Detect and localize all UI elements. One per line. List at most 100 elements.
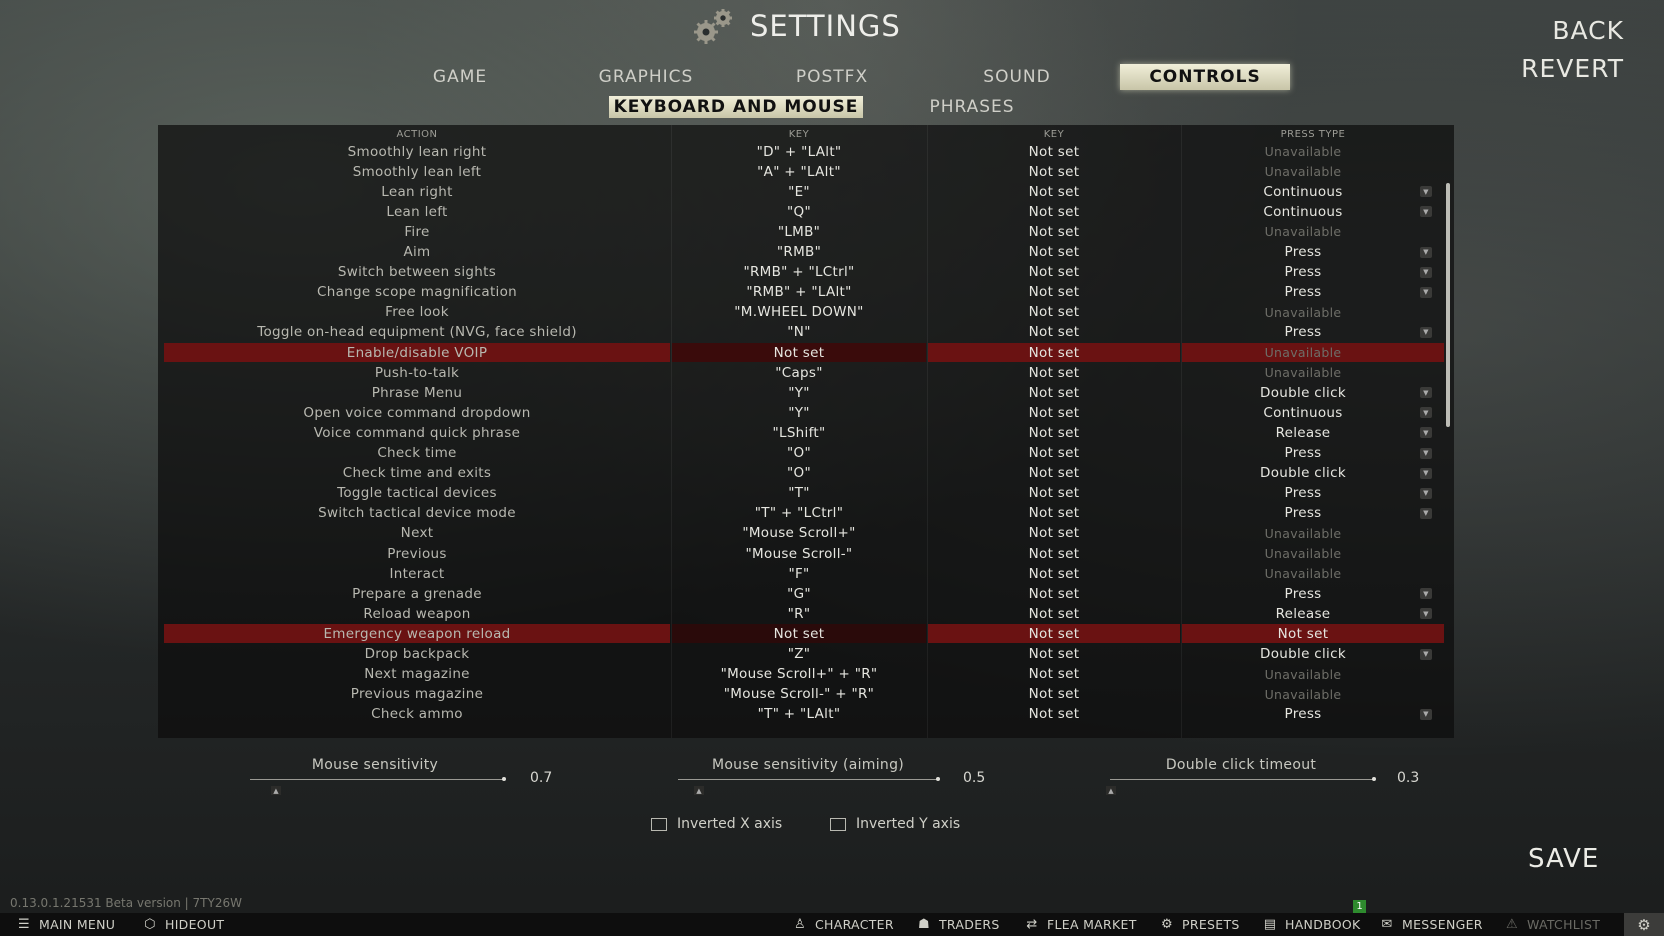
table-row[interactable]: Change scope magnification "RMB" + "LAlt"… xyxy=(164,283,1446,302)
secondary-key-binding[interactable]: Not set xyxy=(928,343,1180,362)
primary-key-binding[interactable]: "Mouse Scroll-" xyxy=(672,544,926,563)
table-row[interactable]: Previous "Mouse Scroll-" Not set Unavailabl… xyxy=(164,544,1446,563)
secondary-key-binding[interactable]: Not set xyxy=(928,222,1180,241)
double-click-timeout-handle[interactable] xyxy=(1372,777,1376,781)
messenger-button[interactable]: ✉ MESSENGER xyxy=(1379,913,1483,936)
chevron-down-icon[interactable]: ▼ xyxy=(1420,387,1432,399)
table-row[interactable]: Smoothly lean left "A" + "LAlt" Not set Una… xyxy=(164,162,1446,181)
primary-key-binding[interactable]: "RMB" + "LAlt" xyxy=(672,283,926,302)
table-row[interactable]: Check ammo "T" + "LAlt" Not set Press ▼ xyxy=(164,705,1446,724)
press-type-select[interactable]: Not set xyxy=(1182,624,1444,644)
primary-key-binding[interactable]: "T" + "LCtrl" xyxy=(672,504,926,523)
mouse-sensitivity-aiming-decrease[interactable]: ▲ xyxy=(694,786,704,795)
press-type-select[interactable]: Continuous ▼ xyxy=(1182,202,1444,221)
primary-key-binding[interactable]: Not set xyxy=(672,343,926,362)
secondary-key-binding[interactable]: Not set xyxy=(928,624,1180,644)
chevron-down-icon[interactable]: ▼ xyxy=(1420,467,1432,479)
press-type-select[interactable]: Press ▼ xyxy=(1182,584,1444,603)
subtab-keyboard-and-mouse[interactable]: KEYBOARD AND MOUSE xyxy=(609,96,863,118)
table-row[interactable]: Toggle on-head equipment (NVG, face shie… xyxy=(164,323,1446,342)
press-type-select[interactable]: Press ▼ xyxy=(1182,263,1444,282)
table-row[interactable]: Fire "LMB" Not set Unavailable xyxy=(164,222,1446,241)
primary-key-binding[interactable]: "RMB" xyxy=(672,243,926,262)
subtab-phrases[interactable]: PHRASES xyxy=(910,96,1034,118)
primary-key-binding[interactable]: "LMB" xyxy=(672,222,926,241)
settings-gear-button[interactable]: ⚙ xyxy=(1624,913,1664,936)
press-type-select[interactable]: Double click ▼ xyxy=(1182,383,1444,402)
chevron-down-icon[interactable]: ▼ xyxy=(1420,186,1432,198)
back-button[interactable]: BACK xyxy=(1552,16,1624,45)
primary-key-binding[interactable]: "Y" xyxy=(672,383,926,402)
secondary-key-binding[interactable]: Not set xyxy=(928,444,1180,463)
checkbox-box[interactable] xyxy=(830,817,846,831)
secondary-key-binding[interactable]: Not set xyxy=(928,403,1180,422)
table-row[interactable]: Toggle tactical devices "T" Not set Press ▼ xyxy=(164,484,1446,503)
hideout-button[interactable]: ⬡ HIDEOUT xyxy=(142,913,224,936)
primary-key-binding[interactable]: "E" xyxy=(672,182,926,201)
secondary-key-binding[interactable]: Not set xyxy=(928,705,1180,724)
table-row[interactable]: Check time and exits "O" Not set Double cli… xyxy=(164,464,1446,483)
press-type-select[interactable]: Press ▼ xyxy=(1182,484,1444,503)
revert-button[interactable]: REVERT xyxy=(1521,54,1624,83)
primary-key-binding[interactable]: "G" xyxy=(672,584,926,603)
secondary-key-binding[interactable]: Not set xyxy=(928,564,1180,583)
table-row[interactable]: Free look "M.WHEEL DOWN" Not set Unavailabl… xyxy=(164,303,1446,322)
mouse-sensitivity-slider[interactable] xyxy=(250,779,504,780)
secondary-key-binding[interactable]: Not set xyxy=(928,182,1180,201)
secondary-key-binding[interactable]: Not set xyxy=(928,323,1180,342)
secondary-key-binding[interactable]: Not set xyxy=(928,303,1180,322)
table-row[interactable]: Switch between sights "RMB" + "LCtrl" Not … xyxy=(164,263,1446,282)
table-row[interactable]: Phrase Menu "Y" Not set Double click ▼ xyxy=(164,383,1446,402)
table-row[interactable]: Aim "RMB" Not set Press ▼ xyxy=(164,243,1446,262)
watchlist-button[interactable]: ⚠ WATCHLIST xyxy=(1504,913,1600,936)
primary-key-binding[interactable]: "Q" xyxy=(672,202,926,221)
primary-key-binding[interactable]: "Mouse Scroll-" + "R" xyxy=(672,685,926,704)
character-button[interactable]: ♙ CHARACTER xyxy=(792,913,894,936)
primary-key-binding[interactable]: "Z" xyxy=(672,645,926,664)
tab-sound[interactable]: SOUND xyxy=(964,64,1070,90)
tab-controls[interactable]: CONTROLS xyxy=(1120,64,1290,90)
press-type-select[interactable]: Continuous ▼ xyxy=(1182,182,1444,201)
table-row[interactable]: Open voice command dropdown "Y" Not set Con… xyxy=(164,403,1446,422)
mouse-sensitivity-aiming-handle[interactable] xyxy=(936,777,940,781)
chevron-down-icon[interactable]: ▼ xyxy=(1420,326,1432,338)
chevron-down-icon[interactable]: ▼ xyxy=(1420,246,1432,258)
table-row[interactable]: Enable/disable VOIP Not set Not set Unavail… xyxy=(164,343,1446,362)
secondary-key-binding[interactable]: Not set xyxy=(928,383,1180,402)
table-row[interactable]: Switch tactical device mode "T" + "LCtrl"… xyxy=(164,504,1446,523)
primary-key-binding[interactable]: "Y" xyxy=(672,403,926,422)
tab-graphics[interactable]: GRAPHICS xyxy=(584,64,708,90)
mouse-sensitivity-handle[interactable] xyxy=(502,777,506,781)
checkbox-box[interactable] xyxy=(651,817,667,831)
press-type-select[interactable]: Release ▼ xyxy=(1182,423,1444,442)
press-type-select[interactable]: Press ▼ xyxy=(1182,243,1444,262)
inverted-y-axis-checkbox[interactable]: Inverted Y axis xyxy=(830,816,960,832)
secondary-key-binding[interactable]: Not set xyxy=(928,464,1180,483)
secondary-key-binding[interactable]: Not set xyxy=(928,283,1180,302)
secondary-key-binding[interactable]: Not set xyxy=(928,504,1180,523)
double-click-timeout-slider[interactable] xyxy=(1110,779,1374,780)
chevron-down-icon[interactable]: ▼ xyxy=(1420,708,1432,720)
primary-key-binding[interactable]: "D" + "LAlt" xyxy=(672,142,926,161)
primary-key-binding[interactable]: "LShift" xyxy=(672,423,926,442)
mouse-sensitivity-decrease[interactable]: ▲ xyxy=(271,786,281,795)
secondary-key-binding[interactable]: Not set xyxy=(928,604,1180,623)
press-type-select[interactable]: Release ▼ xyxy=(1182,604,1444,623)
primary-key-binding[interactable]: "Mouse Scroll+" xyxy=(672,524,926,543)
press-type-select[interactable]: Continuous ▼ xyxy=(1182,403,1444,422)
table-row[interactable]: Previous magazine "Mouse Scroll-" + "R" No… xyxy=(164,685,1446,704)
primary-key-binding[interactable]: "R" xyxy=(672,604,926,623)
secondary-key-binding[interactable]: Not set xyxy=(928,423,1180,442)
primary-key-binding[interactable]: "O" xyxy=(672,444,926,463)
press-type-select[interactable]: Press ▼ xyxy=(1182,444,1444,463)
primary-key-binding[interactable]: "N" xyxy=(672,323,926,342)
press-type-select[interactable]: Double click ▼ xyxy=(1182,464,1444,483)
primary-key-binding[interactable]: "F" xyxy=(672,564,926,583)
chevron-down-icon[interactable]: ▼ xyxy=(1420,487,1432,499)
primary-key-binding[interactable]: Not set xyxy=(672,624,926,644)
tab-game[interactable]: GAME xyxy=(408,64,512,90)
press-type-select[interactable]: Press ▼ xyxy=(1182,504,1444,523)
primary-key-binding[interactable]: "T" + "LAlt" xyxy=(672,705,926,724)
press-type-select[interactable]: Press ▼ xyxy=(1182,283,1444,302)
press-type-select[interactable]: Press ▼ xyxy=(1182,705,1444,724)
